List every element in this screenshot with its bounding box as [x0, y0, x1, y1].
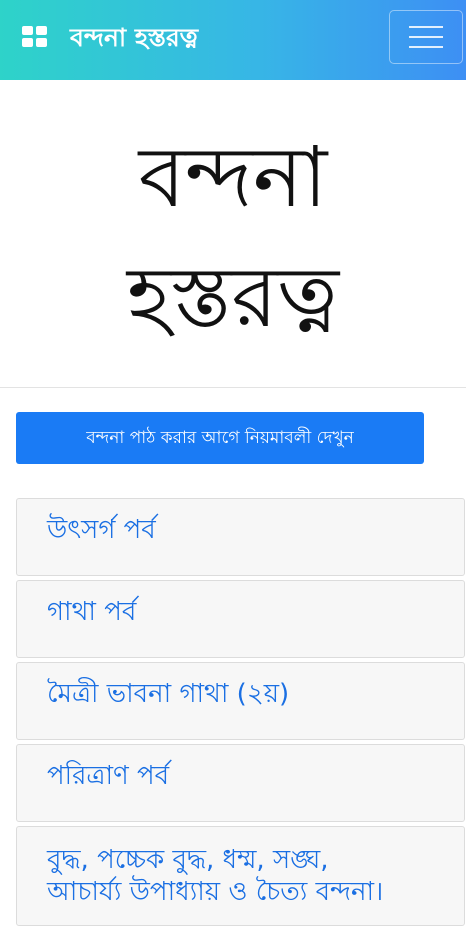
hero-banner: বন্দনা হস্তরত্ন [0, 80, 466, 388]
hero-title-line-2: হস্তরত্ন [126, 248, 340, 346]
list-item[interactable]: পরিত্রাণ পর্ব [16, 744, 465, 822]
list-item[interactable]: মৈত্রী ভাবনা গাথা (২য়) [16, 662, 465, 740]
list-item[interactable]: উৎসর্গ পর্ব [16, 498, 465, 576]
app-title[interactable]: বন্দনা হস্তরত্ন [70, 18, 198, 58]
hamburger-menu-button[interactable] [389, 10, 463, 64]
list-item-label: মৈত্রী ভাবনা গাথা (২য়) [47, 679, 290, 709]
hamburger-menu-icon [409, 36, 443, 38]
list-item-label-line-2: আচার্য্য উপাধ্যায় ও চৈত্য বন্দনা। [47, 877, 384, 907]
list-item[interactable]: বুদ্ধ, পচ্চেক বুদ্ধ, ধম্ম, সঙ্ঘ, আচার্য্… [16, 826, 465, 926]
list-item-label: গাথা পর্ব [47, 597, 137, 627]
top-navbar: বন্দনা হস্তরত্ন [0, 0, 466, 80]
grid-icon[interactable] [22, 26, 48, 48]
hero-title-line-1: বন্দনা [138, 128, 328, 226]
list-item-label: পরিত্রাণ পর্ব [47, 761, 170, 791]
view-rules-button[interactable]: বন্দনা পাঠ করার আগে নিয়মাবলী দেখুন [16, 412, 424, 464]
list-item-label-line-1: বুদ্ধ, পচ্চেক বুদ্ধ, ধম্ম, সঙ্ঘ, [47, 845, 329, 875]
hamburger-menu-icon [409, 26, 443, 28]
list-item[interactable]: গাথা পর্ব [16, 580, 465, 658]
list-item-label: উৎসর্গ পর্ব [47, 515, 156, 545]
hamburger-menu-icon [409, 46, 443, 48]
